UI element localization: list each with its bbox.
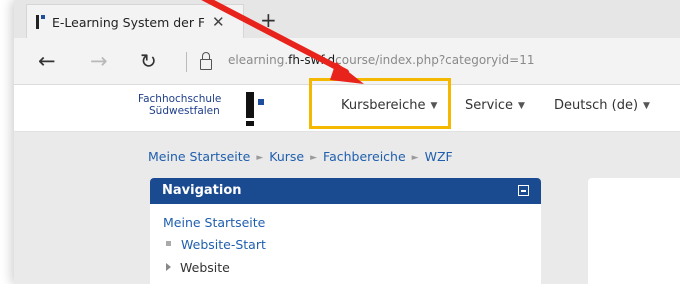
- menu-label: Deutsch (de): [554, 98, 639, 113]
- menu-service[interactable]: Service ▼: [465, 98, 525, 113]
- logo-square: [258, 99, 264, 105]
- menu-language[interactable]: Deutsch (de) ▼: [554, 98, 650, 113]
- navigation-title: Navigation: [162, 183, 242, 198]
- breadcrumb-separator: ►: [310, 153, 318, 163]
- navigation-header: Navigation: [150, 178, 541, 204]
- expand-arrow-icon: [166, 263, 171, 271]
- caret-down-icon: ▼: [518, 101, 525, 111]
- breadcrumb-wzf[interactable]: WZF: [425, 149, 453, 164]
- close-icon[interactable]: ✕: [212, 13, 225, 31]
- navigation-block: Navigation Meine Startseite Website-Star…: [150, 178, 541, 284]
- highlight-box: [309, 78, 451, 129]
- bullet-icon: [166, 241, 171, 246]
- logo-exclamation-bar: [246, 92, 254, 118]
- breadcrumb: Meine Startseite ► Kurse ► Fachbereiche ► WZF: [148, 149, 453, 164]
- collapse-icon[interactable]: [518, 185, 529, 196]
- new-tab-icon[interactable]: +: [260, 10, 277, 30]
- toolbar-divider: [186, 52, 187, 72]
- url-host: fh-swf.d: [288, 53, 336, 67]
- back-icon[interactable]: ←: [38, 50, 56, 72]
- logo-exclamation-dot: [246, 121, 254, 126]
- nav-item-website-start[interactable]: Website-Start: [166, 237, 266, 252]
- menu-label: Service: [465, 98, 514, 113]
- logo-line-1: Fachhochschule: [138, 93, 222, 105]
- browser-window: E-Learning System der F ✕ + ← → ↻ elearn…: [14, 0, 680, 284]
- nav-item-website[interactable]: Website: [166, 260, 230, 275]
- nav-item-label: Website: [180, 260, 230, 275]
- breadcrumb-fachbereiche[interactable]: Fachbereiche: [323, 149, 406, 164]
- content-panel: [588, 178, 680, 284]
- breadcrumb-separator: ►: [411, 153, 419, 163]
- url-path: course/index.php?categoryid=11: [335, 53, 535, 67]
- favicon-icon: [35, 14, 45, 30]
- refresh-icon[interactable]: ↻: [140, 50, 157, 72]
- caret-down-icon: ▼: [643, 101, 650, 111]
- tab-strip: E-Learning System der F ✕ +: [14, 0, 680, 39]
- url-prefix: elearning.: [228, 53, 289, 67]
- browser-tab[interactable]: E-Learning System der F ✕: [26, 4, 244, 39]
- main-content: Meine Startseite ► Kurse ► Fachbereiche ► WZF …: [14, 132, 680, 284]
- nav-item-label: Website-Start: [181, 237, 266, 252]
- site-logo[interactable]: Fachhochschule Südwestfalen: [138, 91, 278, 127]
- url-field[interactable]: elearning.fh-swf.dcourse/index.php?categ…: [228, 53, 535, 67]
- forward-icon[interactable]: →: [90, 50, 108, 72]
- breadcrumb-home[interactable]: Meine Startseite: [148, 149, 250, 164]
- breadcrumb-separator: ►: [256, 153, 264, 163]
- nav-item-meine-startseite[interactable]: Meine Startseite: [163, 215, 265, 230]
- logo-line-2: Südwestfalen: [149, 105, 220, 117]
- breadcrumb-kurse[interactable]: Kurse: [269, 149, 304, 164]
- tab-title: E-Learning System der F: [52, 14, 204, 30]
- lock-icon[interactable]: [200, 52, 212, 70]
